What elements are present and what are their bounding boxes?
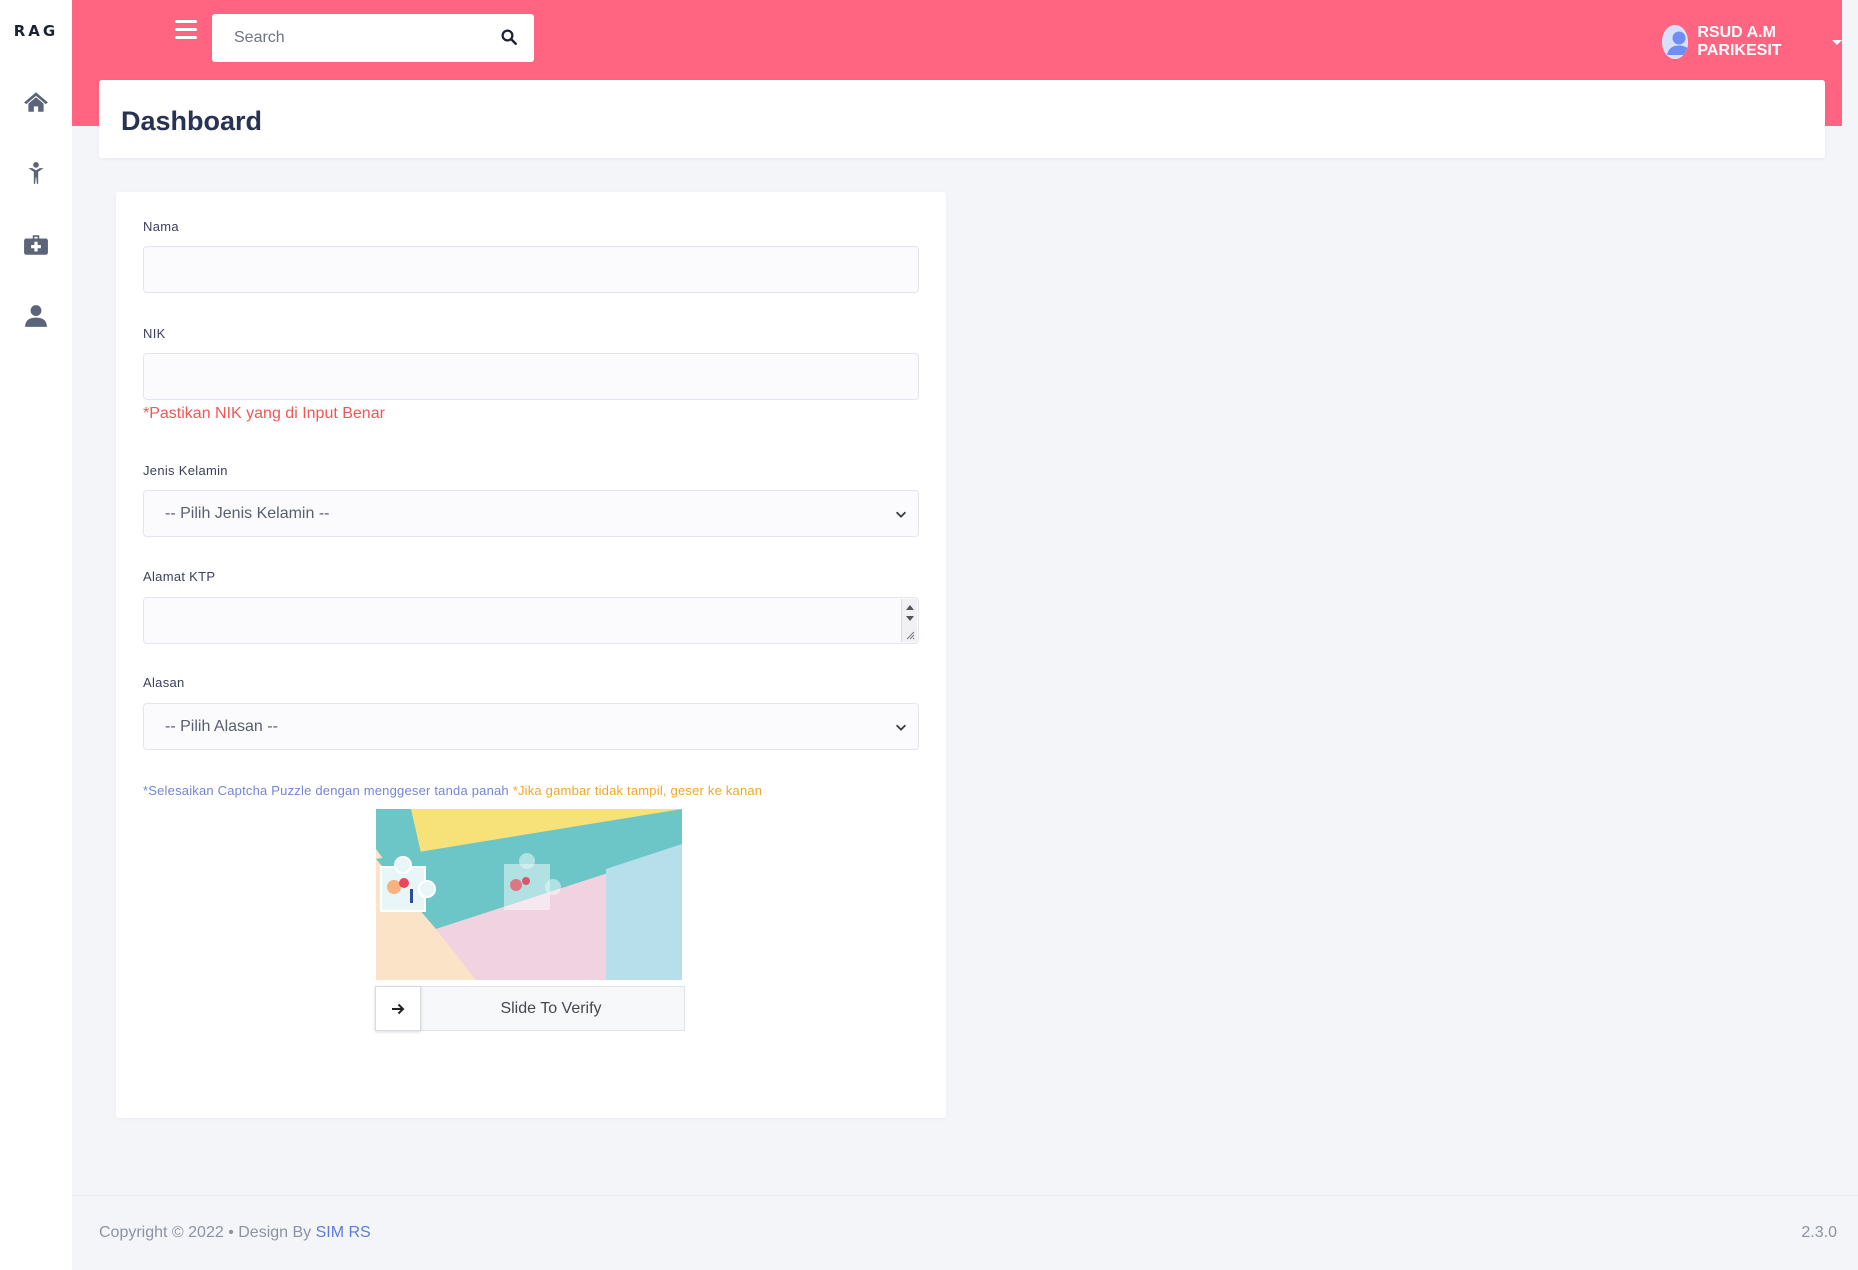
alasan-select-value: -- Pilih Alasan -- [165, 717, 278, 735]
alamat-label: Alamat KTP [143, 569, 216, 584]
medical-kit-icon [24, 235, 48, 255]
registration-form: Nama NIK *Pastikan NIK yang di Input Ben… [116, 192, 946, 1118]
alasan-select[interactable]: -- Pilih Alasan -- [143, 703, 919, 750]
nama-field [143, 246, 919, 293]
nik-label: NIK [143, 326, 166, 341]
nik-field [143, 353, 919, 400]
gender-select[interactable]: -- Pilih Jenis Kelamin -- [143, 490, 919, 537]
search-box [212, 14, 534, 62]
search-input[interactable] [212, 14, 482, 62]
avatar [1662, 25, 1689, 59]
footer: Copyright © 2022 • Design By SIM RS 2.3.… [72, 1195, 1858, 1270]
captcha-puzzle-image [376, 809, 682, 980]
slider-handle[interactable] [375, 986, 421, 1031]
nama-input[interactable] [144, 247, 918, 292]
gender-select-value: -- Pilih Jenis Kelamin -- [165, 504, 330, 522]
page-header-card: Dashboard [99, 80, 1825, 158]
captcha-slider-track[interactable]: Slide To Verify [375, 986, 685, 1031]
brand-logo[interactable]: RAG [0, 22, 72, 40]
sim-rs-link[interactable]: SIM RS [316, 1224, 371, 1241]
captcha-note: *Selesaikan Captcha Puzzle dengan mengge… [143, 783, 513, 798]
copyright-label: Copyright © 2022 • Design By [99, 1224, 316, 1241]
alamat-textarea[interactable] [144, 598, 918, 643]
user-menu[interactable]: RSUD A.M PARIKESIT [1662, 24, 1842, 60]
resize-handle-icon[interactable] [905, 630, 915, 640]
sidebar: RAG [0, 0, 72, 1270]
chevron-down-icon [896, 724, 906, 731]
textarea-scrollbar[interactable] [901, 599, 917, 642]
alamat-field [143, 597, 919, 644]
person-icon [28, 162, 44, 184]
sidebar-item-patient[interactable] [18, 155, 54, 191]
page-title: Dashboard [121, 106, 263, 136]
sidebar-item-user[interactable] [18, 298, 54, 334]
chevron-down-icon [1832, 39, 1842, 45]
user-name: RSUD A.M PARIKESIT [1697, 24, 1782, 59]
nik-input[interactable] [144, 354, 918, 399]
search-icon[interactable] [500, 28, 518, 46]
gender-label: Jenis Kelamin [143, 463, 228, 478]
copyright-text: Copyright © 2022 • Design By SIM RS [99, 1224, 371, 1242]
user-icon [25, 305, 47, 327]
captcha-instructions: *Selesaikan Captcha Puzzle dengan mengge… [143, 783, 762, 798]
sidebar-item-medical[interactable] [18, 227, 54, 263]
sidebar-item-home[interactable] [18, 84, 54, 120]
captcha-warning: *Jika gambar tidak tampil, geser ke kana… [512, 783, 763, 798]
nik-help-text: *Pastikan NIK yang di Input Benar [143, 405, 385, 422]
nama-label: Nama [143, 219, 179, 234]
menu-toggle-icon[interactable] [175, 20, 197, 42]
arrow-right-icon [392, 1003, 405, 1014]
chevron-down-icon [896, 511, 906, 518]
home-icon [24, 92, 48, 112]
slider-label: Slide To Verify [500, 999, 602, 1017]
version-label: 2.3.0 [1801, 1224, 1837, 1241]
alasan-label: Alasan [143, 675, 185, 690]
